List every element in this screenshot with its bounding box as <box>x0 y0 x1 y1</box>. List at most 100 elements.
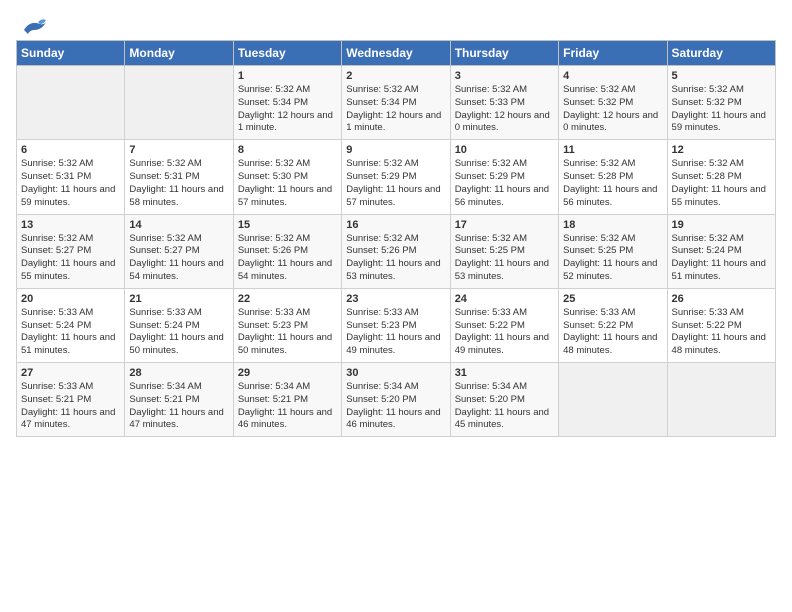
day-cell: 23 Sunrise: 5:33 AMSunset: 5:23 PMDayligh… <box>342 288 450 362</box>
day-number: 7 <box>129 144 228 156</box>
header-day-wednesday: Wednesday <box>342 41 450 66</box>
day-number: 27 <box>21 367 120 379</box>
day-number: 23 <box>346 293 445 305</box>
day-cell: 20Sunrise: 5:33 AMSunset: 5:24 PMDayligh… <box>17 288 125 362</box>
day-cell <box>559 363 667 437</box>
day-info: Sunrise: 5:32 AMSunset: 5:28 PMDaylight:… <box>563 158 657 207</box>
day-info: Sunrise: 5:32 AMSunset: 5:27 PMDaylight:… <box>21 233 115 282</box>
day-info: Sunrise: 5:32 AMSunset: 5:30 PMDaylight:… <box>238 158 332 207</box>
day-cell: 10 Sunrise: 5:32 AMSunset: 5:29 PMDayligh… <box>450 140 558 214</box>
day-info: Sunrise: 5:33 AMSunset: 5:23 PMDaylight:… <box>238 307 332 356</box>
day-number: 13 <box>21 219 120 231</box>
day-cell: 15Sunrise: 5:32 AMSunset: 5:26 PMDayligh… <box>233 214 341 288</box>
day-number: 12 <box>672 144 771 156</box>
calendar-table: SundayMondayTuesdayWednesdayThursdayFrid… <box>16 40 776 437</box>
header-row: SundayMondayTuesdayWednesdayThursdayFrid… <box>17 41 776 66</box>
day-info: Sunrise: 5:32 AMSunset: 5:25 PMDaylight:… <box>455 233 549 282</box>
day-info: Sunrise: 5:32 AMSunset: 5:34 PMDaylight:… <box>238 84 333 133</box>
day-number: 11 <box>563 144 662 156</box>
day-cell: 13 Sunrise: 5:32 AMSunset: 5:27 PMDayligh… <box>17 214 125 288</box>
day-cell: 27Sunrise: 5:33 AMSunset: 5:21 PMDayligh… <box>17 363 125 437</box>
day-cell: 5 Sunrise: 5:32 AMSunset: 5:32 PMDaylight… <box>667 66 775 140</box>
day-cell: 2Sunrise: 5:32 AMSunset: 5:34 PMDaylight… <box>342 66 450 140</box>
day-info: Sunrise: 5:34 AMSunset: 5:20 PMDaylight:… <box>455 381 549 430</box>
day-info: Sunrise: 5:32 AMSunset: 5:29 PMDaylight:… <box>346 158 440 207</box>
day-cell: 31 Sunrise: 5:34 AMSunset: 5:20 PMDayligh… <box>450 363 558 437</box>
day-number: 31 <box>455 367 554 379</box>
day-info: Sunrise: 5:32 AMSunset: 5:24 PMDaylight:… <box>672 233 766 282</box>
day-info: Sunrise: 5:33 AMSunset: 5:24 PMDaylight:… <box>21 307 115 356</box>
day-info: Sunrise: 5:33 AMSunset: 5:22 PMDaylight:… <box>455 307 549 356</box>
week-row-1: 6 Sunrise: 5:32 AMSunset: 5:31 PMDaylight… <box>17 140 776 214</box>
day-cell <box>667 363 775 437</box>
day-cell: 22 Sunrise: 5:33 AMSunset: 5:23 PMDayligh… <box>233 288 341 362</box>
day-number: 3 <box>455 70 554 82</box>
day-info: Sunrise: 5:32 AMSunset: 5:28 PMDaylight:… <box>672 158 766 207</box>
day-info: Sunrise: 5:32 AMSunset: 5:33 PMDaylight:… <box>455 84 550 133</box>
day-info: Sunrise: 5:32 AMSunset: 5:29 PMDaylight:… <box>455 158 549 207</box>
week-row-2: 13 Sunrise: 5:32 AMSunset: 5:27 PMDayligh… <box>17 214 776 288</box>
day-cell: 7 Sunrise: 5:32 AMSunset: 5:31 PMDaylight… <box>125 140 233 214</box>
day-number: 14 <box>129 219 228 231</box>
day-info: Sunrise: 5:34 AMSunset: 5:21 PMDaylight:… <box>129 381 223 430</box>
day-number: 4 <box>563 70 662 82</box>
header-day-sunday: Sunday <box>17 41 125 66</box>
day-cell <box>125 66 233 140</box>
day-number: 19 <box>672 219 771 231</box>
day-number: 16 <box>346 219 445 231</box>
day-cell: 18 Sunrise: 5:32 AMSunset: 5:25 PMDayligh… <box>559 214 667 288</box>
day-cell: 8 Sunrise: 5:32 AMSunset: 5:30 PMDaylight… <box>233 140 341 214</box>
day-info: Sunrise: 5:32 AMSunset: 5:32 PMDaylight:… <box>672 84 766 133</box>
week-row-3: 20Sunrise: 5:33 AMSunset: 5:24 PMDayligh… <box>17 288 776 362</box>
day-number: 29 <box>238 367 337 379</box>
day-cell: 9 Sunrise: 5:32 AMSunset: 5:29 PMDaylight… <box>342 140 450 214</box>
day-info: Sunrise: 5:34 AMSunset: 5:20 PMDaylight:… <box>346 381 440 430</box>
day-cell: 1 Sunrise: 5:32 AMSunset: 5:34 PMDaylight… <box>233 66 341 140</box>
day-number: 26 <box>672 293 771 305</box>
header-day-friday: Friday <box>559 41 667 66</box>
day-number: 6 <box>21 144 120 156</box>
day-info: Sunrise: 5:32 AMSunset: 5:26 PMDaylight:… <box>346 233 440 282</box>
day-number: 25 <box>563 293 662 305</box>
logo-bird-icon <box>20 16 48 36</box>
calendar-body: 1 Sunrise: 5:32 AMSunset: 5:34 PMDaylight… <box>17 66 776 437</box>
day-number: 30 <box>346 367 445 379</box>
day-number: 8 <box>238 144 337 156</box>
day-cell <box>17 66 125 140</box>
day-number: 15 <box>238 219 337 231</box>
week-row-4: 27Sunrise: 5:33 AMSunset: 5:21 PMDayligh… <box>17 363 776 437</box>
day-info: Sunrise: 5:32 AMSunset: 5:25 PMDaylight:… <box>563 233 657 282</box>
day-number: 21 <box>129 293 228 305</box>
day-cell: 26Sunrise: 5:33 AMSunset: 5:22 PMDayligh… <box>667 288 775 362</box>
day-number: 5 <box>672 70 771 82</box>
day-info: Sunrise: 5:32 AMSunset: 5:31 PMDaylight:… <box>21 158 115 207</box>
day-cell: 11 Sunrise: 5:32 AMSunset: 5:28 PMDayligh… <box>559 140 667 214</box>
week-row-0: 1 Sunrise: 5:32 AMSunset: 5:34 PMDaylight… <box>17 66 776 140</box>
day-info: Sunrise: 5:33 AMSunset: 5:24 PMDaylight:… <box>129 307 223 356</box>
day-cell: 12 Sunrise: 5:32 AMSunset: 5:28 PMDayligh… <box>667 140 775 214</box>
day-cell: 21 Sunrise: 5:33 AMSunset: 5:24 PMDayligh… <box>125 288 233 362</box>
day-info: Sunrise: 5:32 AMSunset: 5:31 PMDaylight:… <box>129 158 223 207</box>
day-number: 22 <box>238 293 337 305</box>
page-header <box>16 16 776 32</box>
day-cell: 17 Sunrise: 5:32 AMSunset: 5:25 PMDayligh… <box>450 214 558 288</box>
header-day-monday: Monday <box>125 41 233 66</box>
day-info: Sunrise: 5:32 AMSunset: 5:27 PMDaylight:… <box>129 233 223 282</box>
day-cell: 24 Sunrise: 5:33 AMSunset: 5:22 PMDayligh… <box>450 288 558 362</box>
day-info: Sunrise: 5:33 AMSunset: 5:22 PMDaylight:… <box>563 307 657 356</box>
day-number: 9 <box>346 144 445 156</box>
day-number: 17 <box>455 219 554 231</box>
day-cell: 14 Sunrise: 5:32 AMSunset: 5:27 PMDayligh… <box>125 214 233 288</box>
day-number: 28 <box>129 367 228 379</box>
day-number: 1 <box>238 70 337 82</box>
day-info: Sunrise: 5:33 AMSunset: 5:23 PMDaylight:… <box>346 307 440 356</box>
day-info: Sunrise: 5:32 AMSunset: 5:34 PMDaylight:… <box>346 84 441 133</box>
day-number: 24 <box>455 293 554 305</box>
day-number: 10 <box>455 144 554 156</box>
header-day-thursday: Thursday <box>450 41 558 66</box>
day-cell: 4 Sunrise: 5:32 AMSunset: 5:32 PMDaylight… <box>559 66 667 140</box>
day-cell: 29Sunrise: 5:34 AMSunset: 5:21 PMDayligh… <box>233 363 341 437</box>
day-cell: 16 Sunrise: 5:32 AMSunset: 5:26 PMDayligh… <box>342 214 450 288</box>
day-number: 18 <box>563 219 662 231</box>
day-info: Sunrise: 5:32 AMSunset: 5:32 PMDaylight:… <box>563 84 658 133</box>
